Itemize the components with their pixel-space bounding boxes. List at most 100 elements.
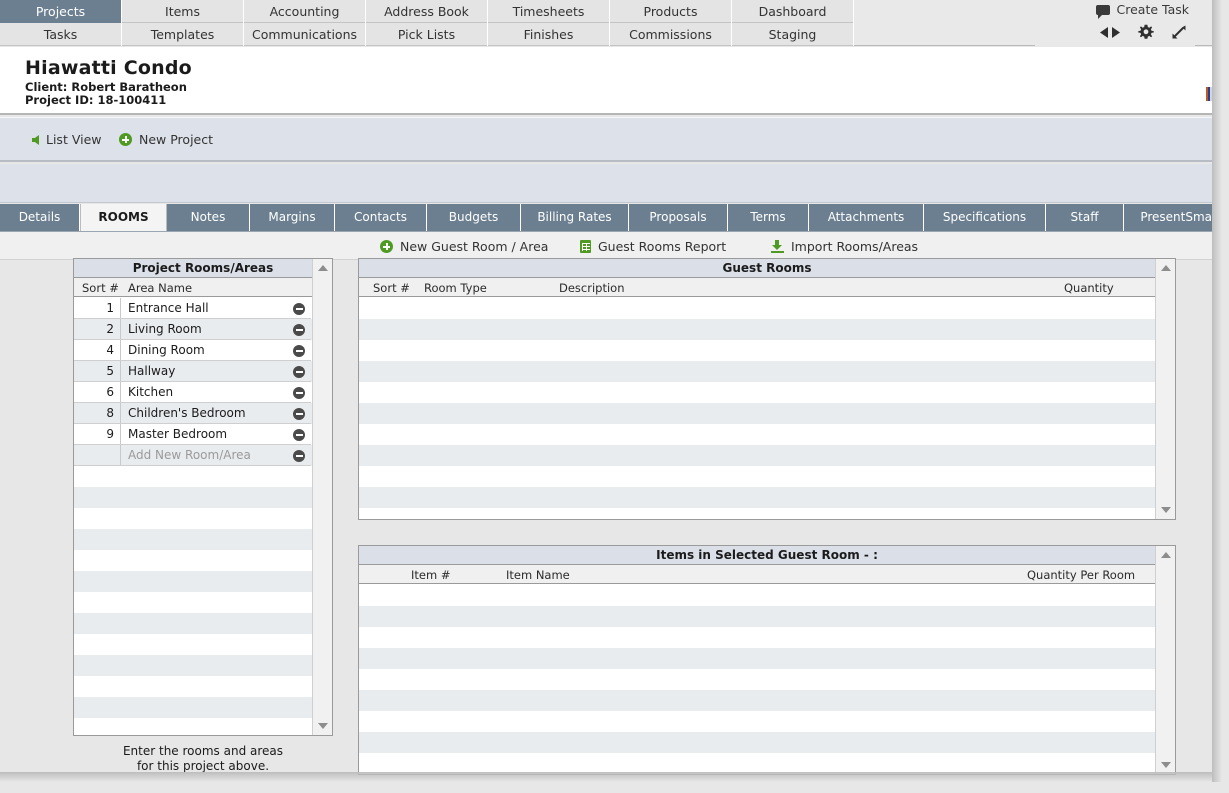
delete-room-icon[interactable] — [293, 366, 305, 378]
tab-proposals[interactable]: Proposals — [629, 204, 728, 231]
scroll-down-icon[interactable] — [1161, 762, 1171, 768]
scroll-down-icon[interactable] — [318, 723, 328, 729]
nav-tab-timesheets[interactable]: Timesheets — [488, 0, 610, 23]
delete-room-icon[interactable] — [293, 345, 305, 357]
guest-rooms-scrollbar[interactable] — [1155, 259, 1175, 519]
nav-tab-commissions[interactable]: Commissions — [610, 23, 732, 46]
item-row[interactable] — [359, 648, 1175, 669]
tab-terms[interactable]: Terms — [728, 204, 809, 231]
tab-attachments[interactable]: Attachments — [809, 204, 924, 231]
item-row[interactable] — [359, 711, 1175, 732]
tab-staff[interactable]: Staff — [1046, 204, 1124, 231]
room-row[interactable]: 8 Children's Bedroom — [74, 403, 332, 424]
tab-specifications[interactable]: Specifications — [924, 204, 1046, 231]
room-sort-number[interactable] — [74, 445, 121, 466]
delete-room-icon[interactable] — [293, 387, 305, 399]
scroll-up-icon[interactable] — [1161, 265, 1171, 271]
items-scrollbar[interactable] — [1155, 546, 1175, 774]
tab-margins[interactable]: Margins — [250, 204, 335, 231]
add-new-room-row[interactable]: Add New Room/Area — [74, 445, 332, 466]
create-task-button[interactable]: Create Task — [1095, 2, 1189, 19]
guest-room-row[interactable] — [359, 424, 1175, 445]
item-row[interactable] — [359, 606, 1175, 627]
nav-tab-tasks[interactable]: Tasks — [0, 23, 122, 46]
guest-room-row[interactable] — [359, 445, 1175, 466]
scroll-up-icon[interactable] — [1161, 552, 1171, 558]
item-row[interactable] — [359, 585, 1175, 606]
delete-room-icon[interactable] — [293, 408, 305, 420]
rooms-caption-line1: Enter the rooms and areas — [122, 744, 284, 758]
tab-notes[interactable]: Notes — [167, 204, 250, 231]
new-project-button[interactable]: New Project — [119, 132, 213, 147]
nav-tab-pick-lists[interactable]: Pick Lists — [366, 23, 488, 46]
delete-room-icon[interactable] — [293, 303, 305, 315]
room-sort-number[interactable]: 4 — [74, 340, 121, 361]
room-sort-number[interactable]: 1 — [74, 298, 121, 319]
guest-room-row[interactable] — [359, 340, 1175, 361]
nav-tab-items[interactable]: Items — [122, 0, 244, 23]
nav-tab-finishes[interactable]: Finishes — [488, 23, 610, 46]
gear-icon[interactable] — [1138, 24, 1154, 40]
list-view-button[interactable]: List View — [32, 132, 102, 147]
room-name[interactable]: Kitchen — [128, 382, 173, 403]
delete-room-icon[interactable] — [293, 450, 305, 462]
room-sort-number[interactable]: 5 — [74, 361, 121, 382]
item-row[interactable] — [359, 732, 1175, 753]
nav-tab-products[interactable]: Products — [610, 0, 732, 23]
project-rooms-scrollbar[interactable] — [312, 259, 332, 735]
guest-room-row[interactable] — [359, 466, 1175, 487]
add-new-room-label[interactable]: Add New Room/Area — [128, 445, 251, 466]
room-name[interactable]: Living Room — [128, 319, 202, 340]
room-name[interactable]: Master Bedroom — [128, 424, 227, 445]
guest-room-row[interactable] — [359, 487, 1175, 508]
item-row[interactable] — [359, 690, 1175, 711]
nav-tab-accounting[interactable]: Accounting — [244, 0, 366, 23]
nav-tab-address-book[interactable]: Address Book — [366, 0, 488, 23]
import-rooms-button[interactable]: Import Rooms/Areas — [771, 239, 918, 254]
room-sort-number[interactable]: 6 — [74, 382, 121, 403]
prev-next-arrows-icon[interactable] — [1099, 26, 1121, 39]
guest-room-row[interactable] — [359, 361, 1175, 382]
nav-tab-staging[interactable]: Staging — [732, 23, 854, 46]
tab-billing-rates[interactable]: Billing Rates — [521, 204, 629, 231]
scroll-down-icon[interactable] — [1161, 507, 1171, 513]
room-sort-number[interactable]: 9 — [74, 424, 121, 445]
guest-room-row[interactable] — [359, 298, 1175, 319]
room-row[interactable]: 6 Kitchen — [74, 382, 332, 403]
item-row[interactable] — [359, 627, 1175, 648]
room-sort-number[interactable]: 2 — [74, 319, 121, 340]
guest-room-row[interactable] — [359, 403, 1175, 424]
tab-contacts[interactable]: Contacts — [335, 204, 427, 231]
tab-budgets[interactable]: Budgets — [427, 204, 521, 231]
guest-room-row[interactable] — [359, 319, 1175, 340]
item-row[interactable] — [359, 669, 1175, 690]
nav-tab-dashboard[interactable]: Dashboard — [732, 0, 854, 23]
tab-rooms[interactable]: ROOMS — [80, 204, 167, 231]
delete-room-icon[interactable] — [293, 324, 305, 336]
delete-room-icon[interactable] — [293, 429, 305, 441]
nav-tab-communications[interactable]: Communications — [244, 23, 366, 46]
guest-rooms-report-button[interactable]: Guest Rooms Report — [580, 239, 726, 254]
room-sort-number[interactable]: 8 — [74, 403, 121, 424]
tab-details[interactable]: Details — [0, 204, 80, 231]
room-row[interactable]: 9 Master Bedroom — [74, 424, 332, 445]
guest-room-row[interactable] — [359, 382, 1175, 403]
room-name[interactable]: Entrance Hall — [128, 298, 209, 319]
room-row[interactable]: 1 Entrance Hall — [74, 298, 332, 319]
column-sort-number: Sort # — [373, 281, 410, 295]
new-guest-room-button[interactable]: New Guest Room / Area — [380, 239, 548, 254]
nav-tab-templates[interactable]: Templates — [122, 23, 244, 46]
room-row[interactable]: 5 Hallway — [74, 361, 332, 382]
room-name[interactable]: Hallway — [128, 361, 175, 382]
nav-tab-label: Tasks — [43, 27, 78, 42]
guest-room-row[interactable] — [359, 508, 1175, 519]
room-name[interactable]: Children's Bedroom — [128, 403, 246, 424]
room-row[interactable]: 2 Living Room — [74, 319, 332, 340]
tab-presentsmart[interactable]: PresentSmart — [1124, 204, 1212, 231]
room-name[interactable]: Dining Room — [128, 340, 205, 361]
room-row[interactable]: 4 Dining Room — [74, 340, 332, 361]
expand-icon[interactable] — [1171, 24, 1187, 40]
nav-tab-projects[interactable]: Projects — [0, 0, 122, 23]
scroll-up-icon[interactable] — [318, 265, 328, 271]
item-row[interactable] — [359, 753, 1175, 774]
